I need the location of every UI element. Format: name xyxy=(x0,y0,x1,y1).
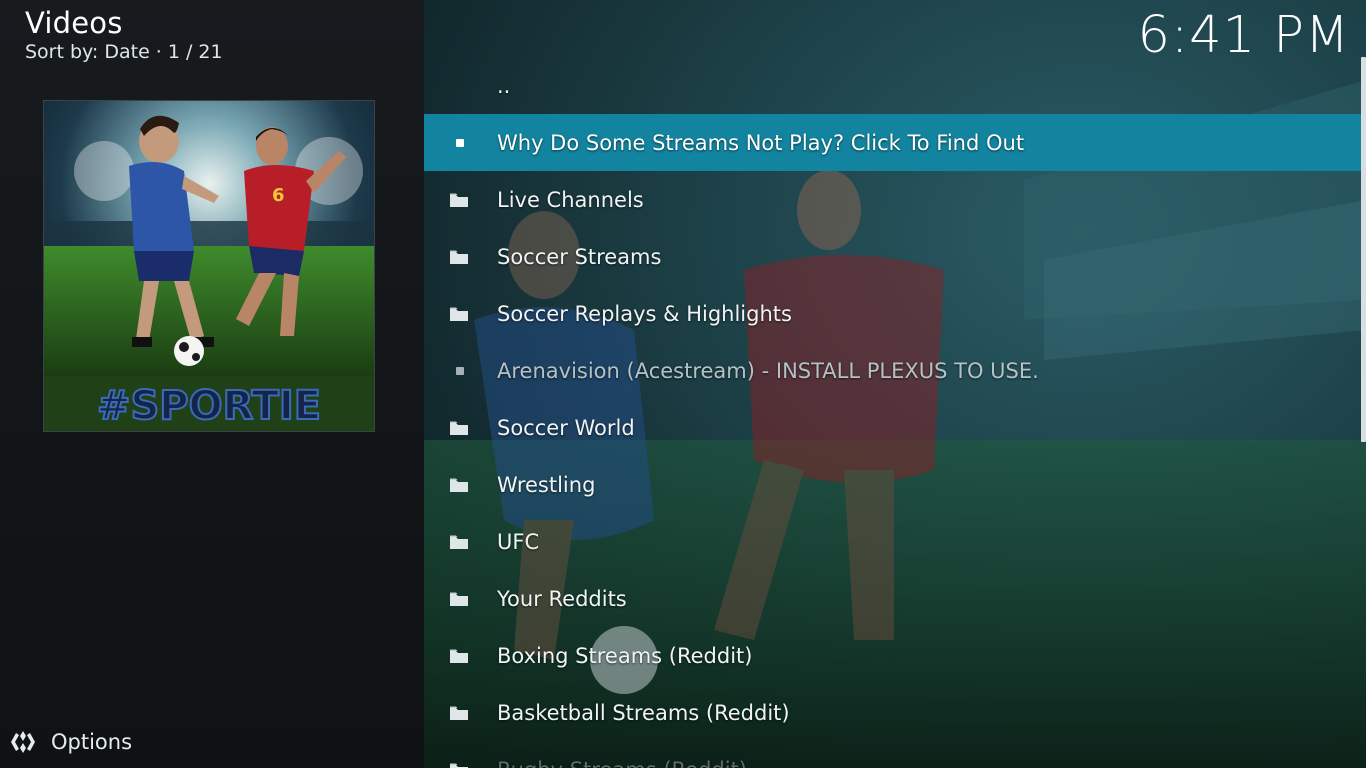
list-item-label: UFC xyxy=(497,529,540,554)
list-item[interactable]: Rugby Streams (Reddit) xyxy=(424,741,1361,768)
bullet-icon xyxy=(456,366,464,375)
parent-folder-label: .. xyxy=(497,73,511,98)
sort-info: Sort by: Date · 1 / 21 xyxy=(25,40,223,64)
options-button[interactable]: Options xyxy=(10,726,132,758)
options-icon xyxy=(11,731,35,753)
sort-label[interactable]: Sort by: Date xyxy=(25,41,150,63)
folder-icon xyxy=(450,421,468,435)
bullet-icon xyxy=(456,138,464,147)
addon-thumbnail: 6 #SPORTIE xyxy=(43,100,375,432)
options-label: Options xyxy=(51,730,133,754)
item-list: .. Why Do Some Streams Not Play? Click T… xyxy=(424,57,1361,768)
list-item[interactable]: Basketball Streams (Reddit) xyxy=(424,684,1361,741)
list-item-label: Soccer Streams xyxy=(497,244,662,269)
list-item-label: Rugby Streams (Reddit) xyxy=(497,758,747,768)
folder-icon xyxy=(450,763,468,768)
scrollbar[interactable] xyxy=(1361,57,1366,442)
folder-icon xyxy=(450,250,468,264)
folder-icon xyxy=(450,478,468,492)
sportie-logo-text: #SPORTIE xyxy=(97,383,321,429)
folder-icon xyxy=(450,307,468,321)
svg-text:6: 6 xyxy=(272,185,285,206)
list-item-label: Wrestling xyxy=(497,472,596,497)
list-item[interactable]: Boxing Streams (Reddit) xyxy=(424,627,1361,684)
list-item[interactable]: Soccer Streams xyxy=(424,228,1361,285)
list-item[interactable]: Wrestling xyxy=(424,456,1361,513)
list-item[interactable]: UFC xyxy=(424,513,1361,570)
folder-icon xyxy=(450,193,468,207)
list-item[interactable]: Live Channels xyxy=(424,171,1361,228)
item-position: 1 / 21 xyxy=(167,41,223,63)
list-item-label: Basketball Streams (Reddit) xyxy=(497,700,790,725)
list-item[interactable]: Soccer Replays & Highlights xyxy=(424,285,1361,342)
kodi-window: Videos Sort by: Date · 1 / 21 6 #SPORTIE… xyxy=(0,0,1366,768)
list-item-label: Why Do Some Streams Not Play? Click To F… xyxy=(497,130,1025,155)
separator: · xyxy=(155,41,162,63)
folder-icon xyxy=(450,649,468,663)
list-item[interactable]: Why Do Some Streams Not Play? Click To F… xyxy=(424,114,1361,171)
list-item[interactable]: Arenavision (Acestream) - INSTALL PLEXUS… xyxy=(424,342,1361,399)
folder-icon xyxy=(450,706,468,720)
list-item-label: Your Reddits xyxy=(497,586,627,611)
folder-icon xyxy=(450,592,468,606)
list-item-label: Arenavision (Acestream) - INSTALL PLEXUS… xyxy=(497,358,1039,383)
list-item[interactable]: Your Reddits xyxy=(424,570,1361,627)
list-item[interactable]: Soccer World xyxy=(424,399,1361,456)
page-title: Videos xyxy=(25,6,123,40)
sportie-artwork: 6 #SPORTIE xyxy=(44,101,374,431)
list-item-label: Live Channels xyxy=(497,187,644,212)
list-item-label: Soccer World xyxy=(497,415,635,440)
folder-icon xyxy=(450,535,468,549)
list-item-label: Soccer Replays & Highlights xyxy=(497,301,792,326)
list-item-parent[interactable]: .. xyxy=(424,57,1361,114)
info-panel: Videos Sort by: Date · 1 / 21 6 #SPORTIE… xyxy=(0,0,424,768)
file-list-panel: 6:41 PM .. Why Do Some Streams Not Play?… xyxy=(424,0,1366,768)
list-item-label: Boxing Streams (Reddit) xyxy=(497,643,753,668)
